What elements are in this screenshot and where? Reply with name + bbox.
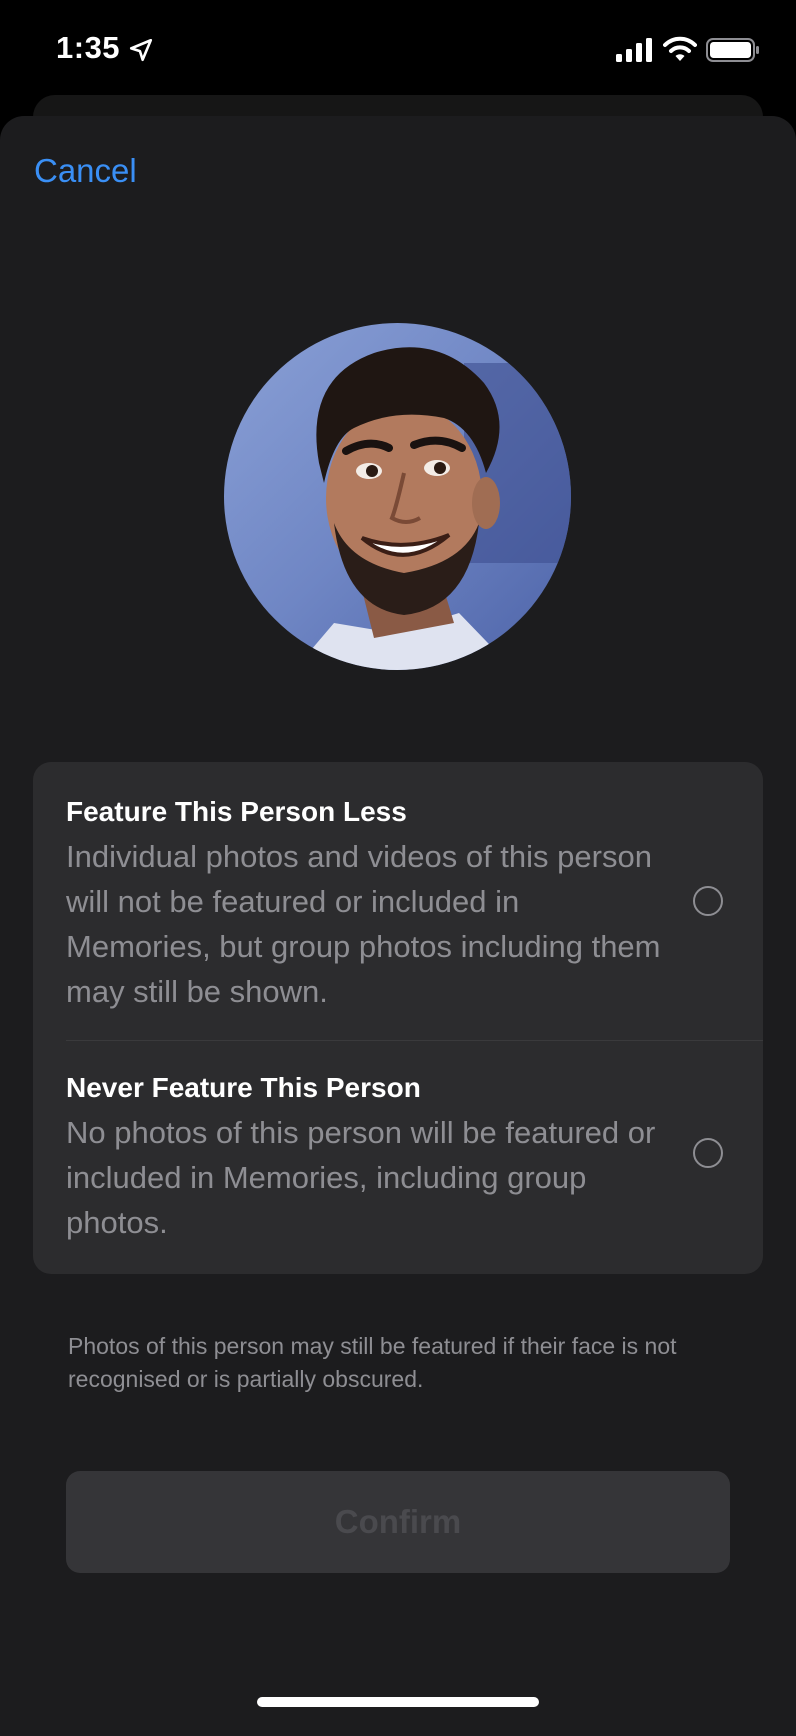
cancel-button[interactable]: Cancel bbox=[34, 152, 137, 190]
status-time: 1:35 bbox=[56, 30, 121, 65]
cellular-signal-icon bbox=[616, 38, 652, 62]
location-arrow-icon bbox=[129, 38, 153, 62]
person-avatar bbox=[224, 323, 571, 670]
options-card: Feature This Person Less Individual phot… bbox=[33, 762, 763, 1274]
home-indicator[interactable] bbox=[257, 1697, 539, 1707]
footnote-text: Photos of this person may still be featu… bbox=[68, 1333, 677, 1392]
radio-button[interactable] bbox=[693, 1138, 723, 1168]
status-bar: 1:35 bbox=[0, 0, 796, 100]
person-photo-icon bbox=[224, 323, 571, 670]
option-title: Never Feature This Person bbox=[66, 1072, 421, 1103]
option-title: Feature This Person Less bbox=[66, 796, 407, 827]
wifi-icon bbox=[663, 36, 697, 61]
battery-icon bbox=[706, 38, 759, 62]
option-description: Individual photos and videos of this per… bbox=[66, 839, 661, 1009]
option-feature-less[interactable]: Feature This Person Less Individual phot… bbox=[33, 762, 763, 1040]
confirm-button[interactable]: Confirm bbox=[66, 1471, 730, 1573]
option-never-feature[interactable]: Never Feature This Person No photos of t… bbox=[33, 1040, 763, 1274]
radio-button[interactable] bbox=[693, 886, 723, 916]
option-description: No photos of this person will be feature… bbox=[66, 1115, 656, 1240]
